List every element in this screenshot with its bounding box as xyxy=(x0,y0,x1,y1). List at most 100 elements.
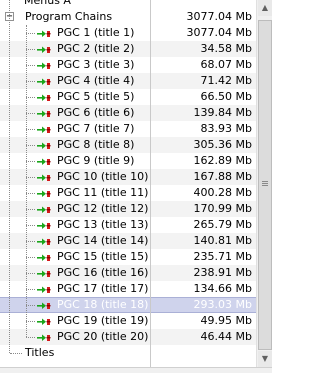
tree-item-program-chains-label: Program Chains xyxy=(25,10,113,23)
pgc-row-label: PGC 18 (title 18) xyxy=(57,298,149,311)
vertical-scrollbar[interactable]: ▲ ▼ xyxy=(256,0,272,367)
tree-item-titles[interactable]: Titles xyxy=(0,345,256,361)
tree-connector xyxy=(26,289,35,290)
pgc-row-label: PGC 19 (title 19) xyxy=(57,314,149,327)
pgc-row-size: 293.03 Mb xyxy=(193,298,252,311)
pgc-row[interactable]: PGC 2 (title 2) 34.58 Mb xyxy=(0,41,256,57)
pgc-arrow-icon xyxy=(37,190,51,197)
pgc-row[interactable]: PGC 1 (title 1) 3077.04 Mb xyxy=(0,25,256,41)
pgc-row[interactable]: PGC 18 (title 18) 293.03 Mb xyxy=(0,297,256,313)
tree-connector xyxy=(26,273,35,274)
pgc-row[interactable]: PGC 15 (title 15) 235.71 Mb xyxy=(0,249,256,265)
tree-connector xyxy=(26,33,35,34)
pgc-arrow-icon xyxy=(37,318,51,325)
pgc-row[interactable]: PGC 4 (title 4) 71.42 Mb xyxy=(0,73,256,89)
scroll-down-arrow-icon[interactable]: ▼ xyxy=(258,351,272,367)
tree-connector xyxy=(26,49,35,50)
pgc-row-label: PGC 17 (title 17) xyxy=(57,282,149,295)
pgc-row[interactable]: PGC 8 (title 8) 305.36 Mb xyxy=(0,137,256,153)
pgc-arrow-icon xyxy=(37,30,51,37)
tree-connector xyxy=(26,305,35,306)
pgc-arrow-icon xyxy=(37,78,51,85)
pgc-row[interactable]: PGC 3 (title 3) 68.07 Mb xyxy=(0,57,256,73)
tree-connector xyxy=(26,241,35,242)
pgc-arrow-icon xyxy=(37,94,51,101)
pgc-arrow-icon xyxy=(37,286,51,293)
pgc-arrow-icon xyxy=(37,46,51,53)
pgc-arrow-icon xyxy=(37,222,51,229)
pgc-row-label: PGC 20 (title 20) xyxy=(57,330,149,343)
pgc-row-size: 235.71 Mb xyxy=(193,250,252,263)
pgc-arrow-icon xyxy=(37,334,51,341)
pgc-row-size: 162.89 Mb xyxy=(193,154,252,167)
pgc-row-label: PGC 12 (title 12) xyxy=(57,202,149,215)
pgc-row[interactable]: PGC 6 (title 6) 139.84 Mb xyxy=(0,105,256,121)
tree-item-program-chains[interactable]: Program Chains 3077.04 Mb − xyxy=(0,9,256,25)
pgc-arrow-icon xyxy=(37,126,51,133)
pgc-row-size: 400.28 Mb xyxy=(193,186,252,199)
pgc-arrow-icon xyxy=(37,158,51,165)
tree-connector xyxy=(26,81,35,82)
pgc-row-label: PGC 4 (title 4) xyxy=(57,74,135,87)
pgc-row-size: 68.07 Mb xyxy=(200,58,252,71)
pgc-row[interactable]: PGC 7 (title 7) 83.93 Mb xyxy=(0,121,256,137)
scrollbar-thumb[interactable] xyxy=(258,20,272,350)
pgc-row-label: PGC 6 (title 6) xyxy=(57,106,135,119)
pgc-row[interactable]: PGC 16 (title 16) 238.91 Mb xyxy=(0,265,256,281)
pgc-row-label: PGC 15 (title 15) xyxy=(57,250,149,263)
pgc-row[interactable]: PGC 9 (title 9) 162.89 Mb xyxy=(0,153,256,169)
tree-item-menus[interactable]: Menus A xyxy=(0,0,256,9)
pgc-row[interactable]: PGC 13 (title 13) 265.79 Mb xyxy=(0,217,256,233)
pgc-row-size: 83.93 Mb xyxy=(200,122,252,135)
pgc-row-size: 49.95 Mb xyxy=(200,314,252,327)
pgc-row[interactable]: PGC 11 (title 11) 400.28 Mb xyxy=(0,185,256,201)
tree-guide-line xyxy=(26,25,27,337)
pgc-arrow-icon xyxy=(37,302,51,309)
tree-item-titles-label: Titles xyxy=(25,346,55,359)
pgc-row[interactable]: PGC 20 (title 20) 46.44 Mb xyxy=(0,329,256,345)
grip-line xyxy=(262,181,268,182)
pgc-arrow-icon xyxy=(37,206,51,213)
pgc-row-label: PGC 16 (title 16) xyxy=(57,266,149,279)
pgc-row-size: 139.84 Mb xyxy=(193,106,252,119)
pgc-row-size: 238.91 Mb xyxy=(193,266,252,279)
pgc-row-size: 34.58 Mb xyxy=(200,42,252,55)
pgc-row[interactable]: PGC 19 (title 19) 49.95 Mb xyxy=(0,313,256,329)
pgc-row-size: 305.36 Mb xyxy=(193,138,252,151)
pgc-row[interactable]: PGC 14 (title 14) 140.81 Mb xyxy=(0,233,256,249)
pgc-row-size: 170.99 Mb xyxy=(193,202,252,215)
pgc-row[interactable]: PGC 17 (title 17) 134.66 Mb xyxy=(0,281,256,297)
tree-connector xyxy=(26,209,35,210)
pgc-tree-view[interactable]: Menus A Program Chains 3077.04 Mb − PGC 1 (t… xyxy=(0,0,256,367)
pgc-row-label: PGC 2 (title 2) xyxy=(57,42,135,55)
pgc-row-label: PGC 7 (title 7) xyxy=(57,122,135,135)
tree-item-program-chains-size: 3077.04 Mb xyxy=(186,10,252,23)
tree-connector xyxy=(26,321,35,322)
pgc-row-size: 167.88 Mb xyxy=(193,170,252,183)
tree-connector xyxy=(26,113,35,114)
pgc-row-label: PGC 14 (title 14) xyxy=(57,234,149,247)
pgc-row-label: PGC 10 (title 10) xyxy=(57,170,149,183)
scroll-up-arrow-icon[interactable]: ▲ xyxy=(258,0,272,16)
pgc-row[interactable]: PGC 10 (title 10) 167.88 Mb xyxy=(0,169,256,185)
pgc-row-size: 265.79 Mb xyxy=(193,218,252,231)
pgc-arrow-icon xyxy=(37,142,51,149)
tree-connector xyxy=(26,193,35,194)
tree-item-menus-label: Menus A xyxy=(24,0,71,7)
tree-connector xyxy=(26,97,35,98)
pgc-row-label: PGC 8 (title 8) xyxy=(57,138,135,151)
tree-connector xyxy=(26,129,35,130)
pgc-row-label: PGC 3 (title 3) xyxy=(57,58,135,71)
pgc-row-label: PGC 5 (title 5) xyxy=(57,90,135,103)
grip-line xyxy=(262,185,268,186)
pgc-row[interactable]: PGC 5 (title 5) 66.50 Mb xyxy=(0,89,256,105)
pgc-row[interactable]: PGC 12 (title 12) 170.99 Mb xyxy=(0,201,256,217)
horizontal-scrollbar[interactable] xyxy=(0,367,272,373)
tree-connector xyxy=(26,225,35,226)
pgc-arrow-icon xyxy=(37,110,51,117)
tree-connector xyxy=(10,353,22,354)
tree-connector xyxy=(26,337,35,338)
pgc-arrow-icon xyxy=(37,62,51,69)
tree-connector xyxy=(26,177,35,178)
pgc-row-size: 71.42 Mb xyxy=(200,74,252,87)
